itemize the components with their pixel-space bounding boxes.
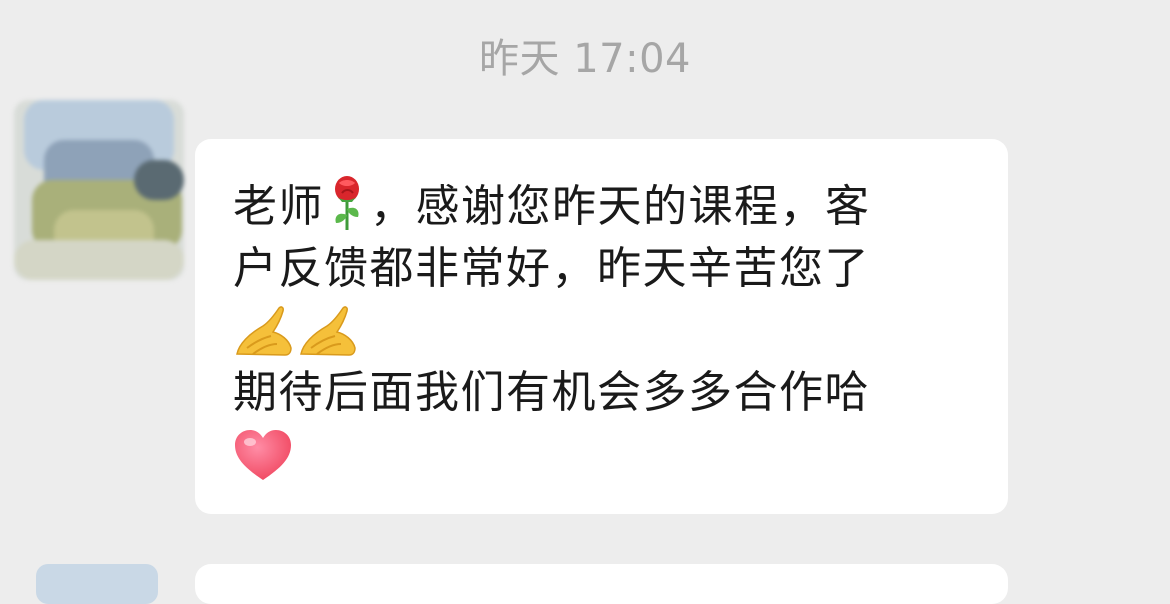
rose-emoji-icon — [335, 176, 359, 230]
heart-icon — [235, 430, 291, 480]
timestamp: 昨天 17:04 — [479, 36, 691, 82]
message-bubble-next[interactable] — [195, 564, 1008, 604]
message-line-5 — [233, 424, 976, 486]
message-line-2: 户反馈都非常好，昨天辛苦您了 — [233, 243, 870, 294]
message-line-1: 老师 ，感谢您昨天的课程，客 — [233, 175, 976, 238]
folded-hands-icon — [236, 306, 292, 356]
sender-avatar-next[interactable] — [36, 564, 158, 604]
folded-hands-icon — [300, 306, 356, 356]
message-bubble[interactable]: 老师 ，感谢您昨天的课程，客 户反馈都非常好，昨天辛苦您了 期待后面我们有机会多… — [195, 139, 1008, 514]
message-line-3 — [233, 300, 976, 362]
message-text: ，感谢您昨天的课程，客 — [370, 181, 871, 232]
message-text: 老师 — [233, 181, 324, 232]
message-line-4: 期待后面我们有机会多多合作哈 — [233, 367, 870, 418]
sender-avatar[interactable] — [14, 100, 184, 280]
